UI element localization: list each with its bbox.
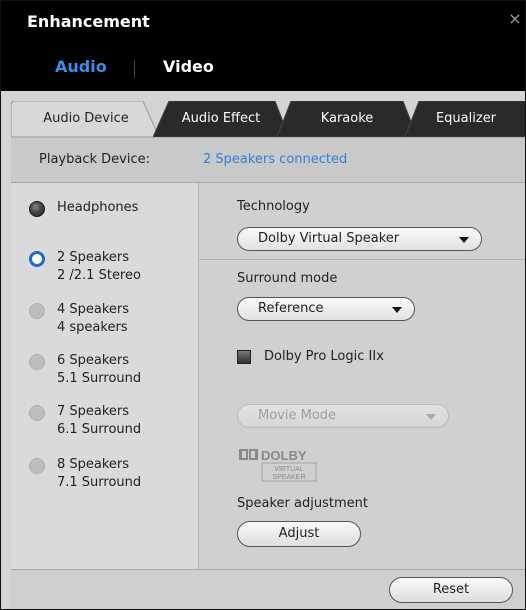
device-name: 2 Speakers <box>57 250 130 265</box>
tab-label: Karaoke <box>320 111 374 126</box>
surround-mode-dropdown[interactable]: Reference <box>237 297 415 321</box>
reset-button[interactable]: Reset <box>389 577 513 603</box>
tab-audio-effect[interactable]: Audio Effect <box>153 101 289 137</box>
movie-mode-value: Movie Mode <box>258 408 337 423</box>
prologic-checkbox[interactable] <box>237 350 251 364</box>
tab-bar: Audio Device Audio Effect Karaoke Equali… <box>11 101 525 137</box>
radio-button[interactable] <box>29 354 45 370</box>
chevron-down-icon <box>459 237 469 243</box>
surround-mode-label: Surround mode <box>237 271 338 286</box>
close-icon[interactable]: × <box>507 11 523 27</box>
device-name: 8 Speakers <box>57 457 130 472</box>
technology-label: Technology <box>237 199 310 214</box>
chevron-down-icon <box>426 414 436 420</box>
device-name: 4 Speakers <box>57 302 130 317</box>
device-description: 5.1 Surround <box>57 371 142 386</box>
tab-label: Audio Device <box>43 111 129 126</box>
tab-audio-device[interactable]: Audio Device <box>11 101 161 137</box>
radio-button[interactable] <box>29 251 45 267</box>
surround-mode-value: Reference <box>258 301 324 316</box>
nav-divider <box>134 60 135 78</box>
playback-device-value: 2 Speakers connected <box>203 152 348 167</box>
settings-divider <box>199 259 525 260</box>
dolby-logo-brand: DOLBY <box>261 448 307 463</box>
prologic-label: Dolby Pro Logic IIx <box>264 349 384 364</box>
enhancement-window: Enhancement × Audio Video Audio Device A… <box>0 0 526 610</box>
chevron-down-icon <box>392 307 402 313</box>
dolby-logo-line2: SPEAKER <box>272 474 305 481</box>
tab-equalizer[interactable]: Equalizer <box>405 101 525 137</box>
device-description: 2 /2.1 Stereo <box>57 268 141 283</box>
radio-button[interactable] <box>29 303 45 319</box>
device-description: 6.1 Surround <box>57 422 142 437</box>
nav-video[interactable]: Video <box>163 57 214 76</box>
device-description: 4 speakers <box>57 320 128 335</box>
technology-dropdown[interactable]: Dolby Virtual Speaker <box>237 227 482 251</box>
adjust-button[interactable]: Adjust <box>237 521 361 547</box>
tab-label: Equalizer <box>435 111 497 126</box>
tab-label: Audio Effect <box>181 111 261 126</box>
device-name: 6 Speakers <box>57 353 130 368</box>
dolby-virtual-speaker-logo: DOLBY VIRTUAL SPEAKER <box>239 448 317 482</box>
playback-device-bar: Playback Device: 2 Speakers connected <box>11 137 525 183</box>
dolby-logo-line1: VIRTUAL <box>274 466 304 473</box>
radio-button[interactable] <box>29 201 45 217</box>
technology-value: Dolby Virtual Speaker <box>258 231 400 246</box>
device-name: Headphones <box>57 200 139 215</box>
playback-device-label: Playback Device: <box>39 152 150 167</box>
speaker-adjustment-label: Speaker adjustment <box>237 496 368 511</box>
radio-button[interactable] <box>29 405 45 421</box>
title-bar: Enhancement × Audio Video <box>1 1 525 91</box>
radio-button[interactable] <box>29 458 45 474</box>
movie-mode-dropdown[interactable]: Movie Mode <box>237 404 449 428</box>
window-title: Enhancement <box>27 12 150 31</box>
device-description: 7.1 Surround <box>57 475 142 490</box>
device-name: 7 Speakers <box>57 404 130 419</box>
tab-karaoke[interactable]: Karaoke <box>277 101 417 137</box>
nav-audio[interactable]: Audio <box>55 57 107 76</box>
